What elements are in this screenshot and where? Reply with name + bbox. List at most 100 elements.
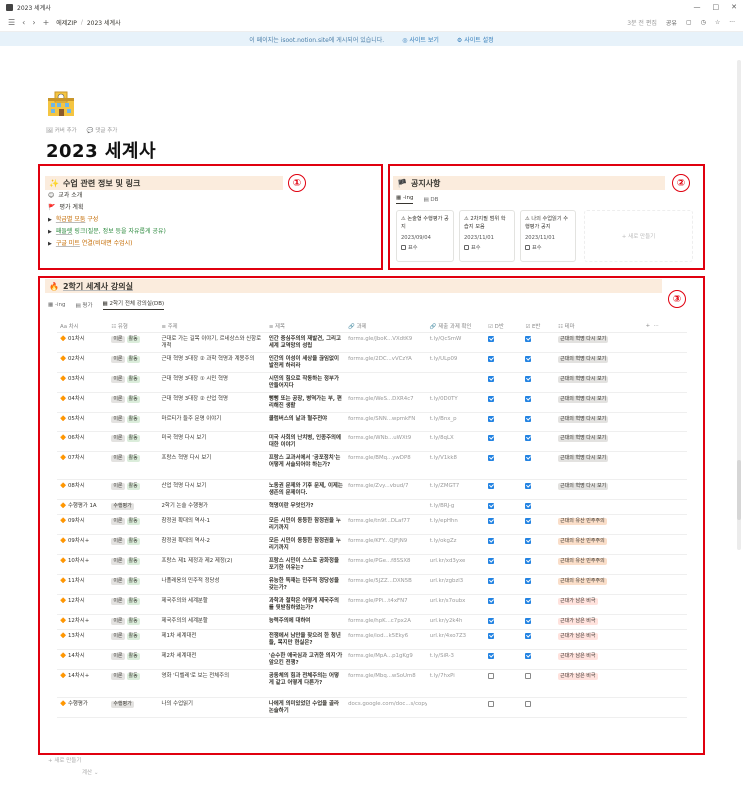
d-class-checkbox[interactable] <box>488 700 495 707</box>
back-icon[interactable]: ‹ <box>22 18 25 27</box>
link-item-plan[interactable]: 🚩 평가 계획 <box>48 202 348 214</box>
table-row[interactable]: 🔶 03차시 이론 활동 근대 혁명 3대장 ① 시민 혁명 시민의 힘으로 작동하는 … <box>57 372 687 393</box>
submission-link[interactable]: url.kr/zgbzl3 <box>430 578 463 584</box>
view-site-link[interactable]: ◎ 사이트 보기 <box>402 35 439 44</box>
assignment-link[interactable]: forms.gle/SNN...wpmkFN <box>348 416 415 422</box>
submission-link[interactable]: t.ly/QcSmW <box>430 336 462 342</box>
table-row[interactable]: 🔶 14차시 이론 활동 제2차 세계대전 '순수한 애국심과 고귀한 의지'가 앞으킨… <box>57 649 687 670</box>
d-class-checkbox[interactable] <box>488 415 495 422</box>
table-row[interactable]: 🔶 05차시 이론 활동 마르티가 들주 문명 이야기 콜럼버스의 날과 혈주전야 for… <box>57 412 687 432</box>
submission-link[interactable]: t.ly/ZMGT7 <box>430 483 459 489</box>
assignment-link[interactable]: forms.gle/5JZZ...DXN5B <box>348 578 412 584</box>
d-class-checkbox[interactable] <box>488 577 495 584</box>
table-row[interactable]: 🔶 09차시 이론 활동 참정권 확대의 역사-1 모든 시민이 동등한 참정권을 누리… <box>57 514 687 535</box>
d-class-checkbox[interactable] <box>488 672 495 679</box>
table-row[interactable]: 🔶 02차시 이론 활동 근대 혁명 3대장 ② 과학 혁명과 계몽주의 인간의 이성이… <box>57 352 687 373</box>
close-icon[interactable]: ✕ <box>731 3 737 11</box>
e-class-checkbox[interactable] <box>525 517 532 524</box>
d-class-checkbox[interactable] <box>488 537 495 544</box>
d-class-checkbox[interactable] <box>488 617 495 624</box>
assignment-link[interactable]: forms.gle/JboK...VXdtK9 <box>348 336 412 342</box>
table-row[interactable]: 🔶 수행평가 수행평가 나의 수업읽기 나에게 의미있었던 수업을 골라 논술하기 do… <box>57 697 687 718</box>
assignment-link[interactable]: forms.gle/WNb...uWXt9 <box>348 435 411 441</box>
link-item-intro[interactable]: 😊 교과 소개 <box>48 190 348 202</box>
session-cell[interactable]: 13차시 <box>68 633 85 639</box>
breadcrumb-item-workspace[interactable]: 에제ZIP <box>56 18 77 27</box>
e-class-checkbox[interactable] <box>525 617 532 624</box>
session-cell[interactable]: 02차시 <box>68 356 85 362</box>
assignment-link[interactable]: forms.gle/BMq...ywDP8 <box>348 455 410 461</box>
comment-icon[interactable]: ▢ <box>686 19 692 26</box>
col-session[interactable]: Aa 차시 <box>57 321 109 333</box>
notice-card[interactable]: ⚠ 나의 수업읽기 수행평가 공지 2023/11/01 표수 <box>520 210 576 262</box>
assignment-link[interactable]: forms.gle/WeS...DXR4c7 <box>348 396 413 402</box>
assignment-link[interactable]: forms.gle/KFY...QJFjN9 <box>348 538 407 544</box>
e-class-checkbox[interactable] <box>525 537 532 544</box>
submission-link[interactable]: t.ly/epHhn <box>430 518 458 524</box>
assignment-link[interactable]: docs.google.com/doc...s/copy <box>348 701 427 707</box>
submission-link[interactable]: t.ly/BRJ-g <box>430 503 455 509</box>
e-class-checkbox[interactable] <box>525 577 532 584</box>
d-class-checkbox[interactable] <box>488 454 495 461</box>
session-cell[interactable]: 수행평가 1A <box>68 503 97 509</box>
toggle-meet[interactable]: ▶ 구글 미트 연결(비대면 수업시) <box>48 238 348 250</box>
e-class-checkbox[interactable] <box>525 482 532 489</box>
toggle-icon[interactable]: ▶ <box>48 238 52 250</box>
assignment-link[interactable]: forms.gle/iod...k5Eky6 <box>348 633 408 639</box>
e-class-checkbox[interactable] <box>525 454 532 461</box>
submission-link[interactable]: t.ly/7hxPi <box>430 673 455 679</box>
submission-link[interactable]: t.ly/okgZz <box>430 538 457 544</box>
breadcrumb-item-page[interactable]: 2023 세계사 <box>87 18 121 27</box>
e-class-checkbox[interactable] <box>525 652 532 659</box>
table-row[interactable]: 🔶 09차시+ 이론 활동 참정권 확대의 역사-2 모든 시민이 동등한 참정권을 누… <box>57 534 687 555</box>
col-title[interactable]: ≡ 제목 <box>265 321 346 333</box>
calculate-button[interactable]: 계산 ⌄ <box>82 768 98 776</box>
table-row[interactable]: 🔶 12차시 이론 활동 제국주의와 세계분할 과학과 철학은 어떻게 제국주의를 뒷받… <box>57 594 687 615</box>
e-class-checkbox[interactable] <box>525 355 532 362</box>
d-class-checkbox[interactable] <box>488 375 495 382</box>
assignment-link[interactable]: forms.gle/hpK...c7px2A <box>348 618 411 624</box>
assignment-link[interactable]: forms.gle/Zvy...vbud/7 <box>348 483 408 489</box>
col-type[interactable]: ☷ 유형 <box>108 321 159 333</box>
table-row[interactable]: 🔶 06차시 이론 활동 미국 혁명 다시 보기 미국 사회의 난치병, 인종주의에 대… <box>57 431 687 452</box>
table-row[interactable]: 🔶 07차시 이론 활동 프랑스 혁명 다시 보기 프랑스 교과서에서 '공포정치'는 … <box>57 451 687 480</box>
session-cell[interactable]: 11차시 <box>68 578 85 584</box>
add-cover-button[interactable]: 🖼 커버 추가 <box>46 126 77 134</box>
new-row-button[interactable]: + 새로 만들기 <box>48 756 81 764</box>
notice-card[interactable]: ⚠ 논술형 수행평가 공지 2023/09/04 표수 <box>396 210 454 262</box>
favorite-icon[interactable]: ☆ <box>715 19 720 26</box>
session-cell[interactable]: 06차시 <box>68 435 85 441</box>
col-e-class[interactable]: ☑ E반 <box>522 321 556 333</box>
session-cell[interactable]: 07차시 <box>68 455 85 461</box>
session-cell[interactable]: 01차시 <box>68 336 85 342</box>
d-class-checkbox[interactable] <box>488 502 495 509</box>
submission-link[interactable]: t.ly/8qLX <box>430 435 454 441</box>
tab-eval[interactable]: ▤ 평가 <box>75 301 92 309</box>
submission-link[interactable]: url.kr/xd3yxe <box>430 558 466 564</box>
assignment-link[interactable]: forms.gle/2DC...vVCzYA <box>348 356 412 362</box>
session-cell[interactable]: 03차시 <box>68 376 85 382</box>
notice-card[interactable]: ⚠ 2차지필 범위 학습지 모음 2023/11/01 표수 <box>459 210 515 262</box>
table-row[interactable]: 🔶 11차시 이론 활동 나폴레옹의 민주적 정당성 유능한 독재는 민주적 정당성을 … <box>57 574 687 595</box>
col-topic[interactable]: ≡ 주제 <box>158 321 266 333</box>
d-class-checkbox[interactable] <box>488 395 495 402</box>
session-cell[interactable]: 08차시 <box>68 483 85 489</box>
e-class-checkbox[interactable] <box>525 395 532 402</box>
e-class-checkbox[interactable] <box>525 597 532 604</box>
minimize-icon[interactable]: — <box>694 3 701 11</box>
e-class-checkbox[interactable] <box>525 434 532 441</box>
maximize-icon[interactable]: □ <box>713 3 720 11</box>
page-title[interactable]: 2023 세계사 <box>46 137 156 163</box>
e-class-checkbox[interactable] <box>525 672 532 679</box>
session-cell[interactable]: 10차시+ <box>68 558 89 564</box>
e-class-checkbox[interactable] <box>525 632 532 639</box>
toggle-icon[interactable]: ▶ <box>48 226 52 238</box>
tab-all-db[interactable]: ▦ 2학기 전체 강의실(DB) <box>102 299 165 310</box>
scrollbar-thumb[interactable] <box>737 460 741 520</box>
toggle-icon[interactable]: ▶ <box>48 214 52 226</box>
checkbox[interactable] <box>401 245 406 250</box>
e-class-checkbox[interactable] <box>525 700 532 707</box>
toggle-padlet[interactable]: ▶ 패들렛 링크(질문, 정보 등을 자유롭게 공유) <box>48 226 348 238</box>
d-class-checkbox[interactable] <box>488 557 495 564</box>
add-column-button[interactable]: + ··· <box>642 321 687 333</box>
